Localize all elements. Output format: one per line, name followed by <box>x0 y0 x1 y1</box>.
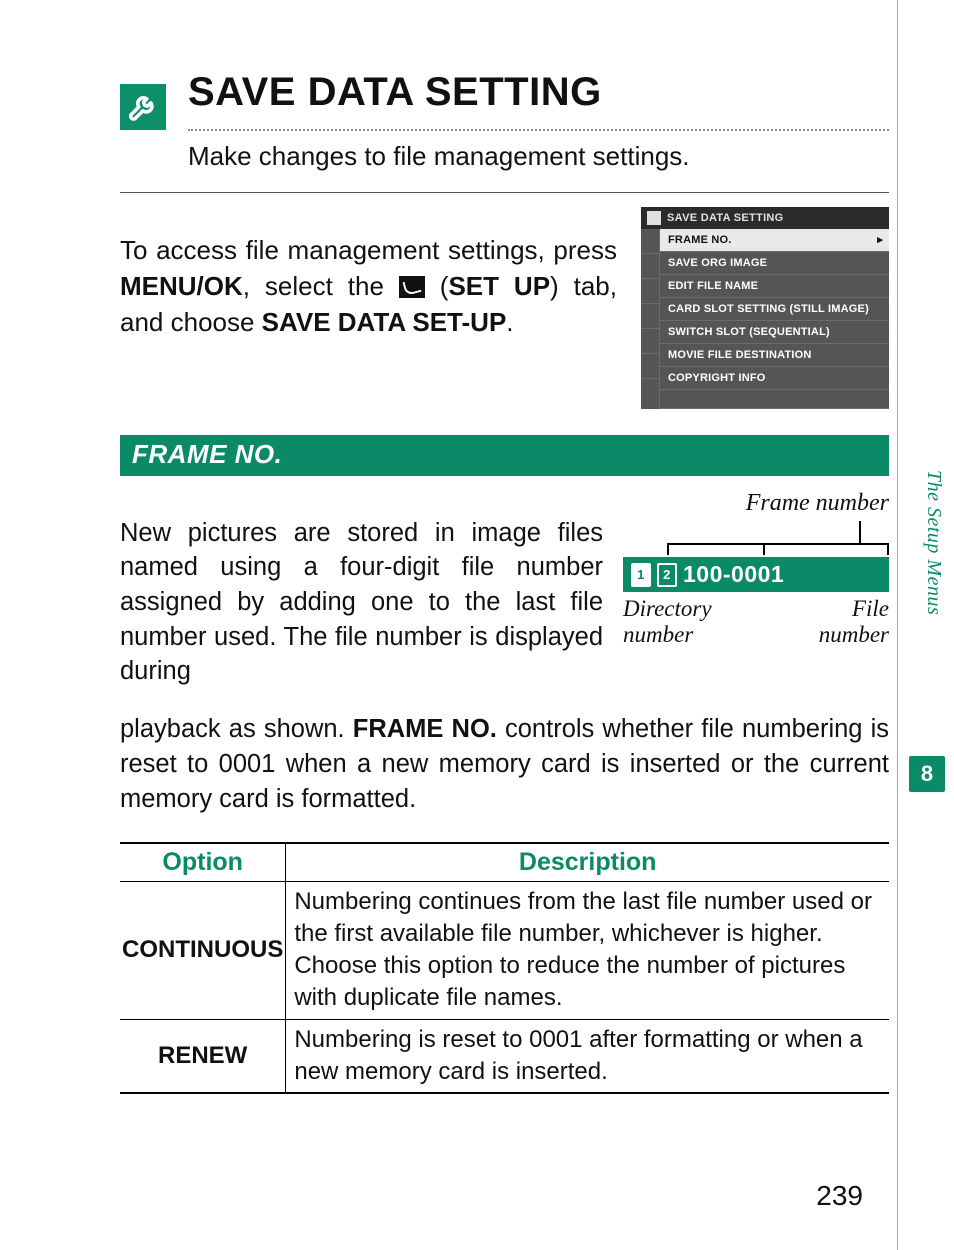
text: To access file management settings, pres… <box>120 235 617 265</box>
option-cell: RENEW <box>120 1019 286 1093</box>
keyword-menuok: MENU/OK <box>120 271 243 301</box>
menu-items: FRAME NO. SAVE ORG IMAGE EDIT FILE NAME … <box>660 229 889 409</box>
frame-number-figure: Frame number 1 2 100-0001 Directory n <box>623 490 889 648</box>
menu-item: MOVIE FILE DESTINATION <box>660 344 889 367</box>
menu-item: CARD SLOT SETTING (STILL IMAGE) <box>660 298 889 321</box>
desc-cell: Numbering is reset to 0001 after formatt… <box>286 1019 889 1093</box>
figure-label-dir2: number <box>623 622 712 648</box>
intro-paragraph: To access file management settings, pres… <box>120 233 617 341</box>
section-heading: FRAME NO. <box>120 435 889 476</box>
menu-item: FRAME NO. <box>660 229 889 252</box>
frame-paragraph-rest: playback as shown. FRAME NO. controls wh… <box>120 712 889 816</box>
table-row: RENEW Numbering is reset to 0001 after f… <box>120 1019 889 1093</box>
frame-number-strip: 1 2 100-0001 <box>623 557 889 592</box>
menu-item: EDIT FILE NAME <box>660 275 889 298</box>
page-number: 239 <box>816 1180 863 1212</box>
text: playback as shown. <box>120 715 353 743</box>
menu-header-text: SAVE DATA SETTING <box>667 212 784 224</box>
wrench-small-icon <box>647 211 661 225</box>
menu-item: SWITCH SLOT (SEQUENTIAL) <box>660 321 889 344</box>
page-title: SAVE DATA SETTING <box>188 70 889 115</box>
slot-2-icon: 2 <box>657 563 677 587</box>
menu-item: COPYRIGHT INFO <box>660 367 889 390</box>
divider-dotted <box>188 129 889 131</box>
text: , select the <box>243 271 399 301</box>
frame-value: 100-0001 <box>683 561 784 588</box>
sidebar-section-label: The Setup Menus <box>922 470 945 615</box>
menu-item: SAVE ORG IMAGE <box>660 252 889 275</box>
title-row: SAVE DATA SETTING Make changes to file m… <box>120 70 889 172</box>
options-table: Option Description CONTINUOUS Numbering … <box>120 842 889 1094</box>
table-row: CONTINUOUS Numbering continues from the … <box>120 881 889 1019</box>
wrench-icon <box>120 84 166 130</box>
text: . <box>506 307 513 337</box>
figure-label-file2: number <box>819 622 889 648</box>
option-cell: CONTINUOUS <box>120 881 286 1019</box>
figure-label-file1: File <box>819 596 889 622</box>
keyword-frameno: FRAME NO. <box>353 715 497 743</box>
col-header-option: Option <box>120 843 286 882</box>
chapter-badge: 8 <box>909 756 945 792</box>
page-subtitle: Make changes to file management settings… <box>188 141 889 172</box>
desc-cell: Numbering continues from the last file n… <box>286 881 889 1019</box>
table-header-row: Option Description <box>120 843 889 882</box>
keyword-savedata: SAVE DATA SET-UP <box>262 307 507 337</box>
setup-tab-icon <box>399 276 425 298</box>
menu-screenshot: SAVE DATA SETTING FRAME NO. SAVE ORG IMA… <box>641 207 889 409</box>
slot-1-icon: 1 <box>631 563 651 587</box>
col-header-desc: Description <box>286 843 889 882</box>
frame-paragraph-wrap: New pictures are stored in image files n… <box>120 516 603 689</box>
menu-side-tabs <box>641 229 660 409</box>
figure-label-top: Frame number <box>623 490 889 517</box>
menu-header: SAVE DATA SETTING <box>641 207 889 229</box>
text: ( <box>425 271 449 301</box>
divider <box>120 192 889 193</box>
figure-label-dir1: Directory <box>623 596 712 622</box>
keyword-setup: SET UP <box>448 271 550 301</box>
